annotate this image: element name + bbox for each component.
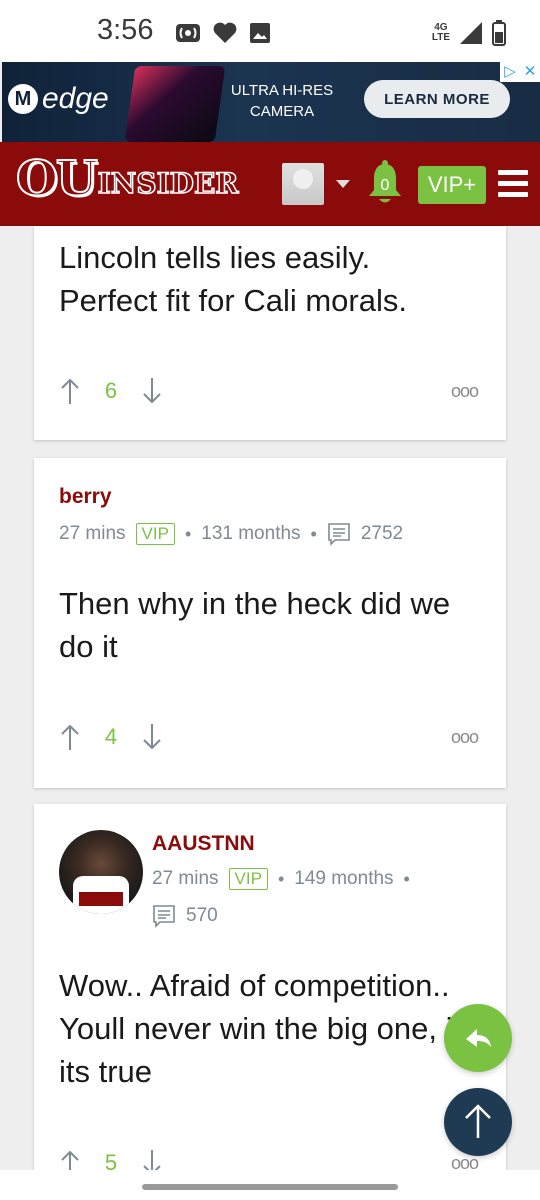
ad-banner[interactable]: M edge ULTRA HI-RES CAMERA LEARN MORE ▷ ✕ xyxy=(2,62,540,142)
more-options-icon[interactable]: ooo xyxy=(451,381,479,402)
vote-count: 4 xyxy=(104,724,118,749)
network-type: 4G LTE xyxy=(431,22,450,43)
posts-count: 2752 xyxy=(360,523,404,544)
comment-card: berry 27 mins VIP • 131 months • 2752 Th… xyxy=(34,458,506,788)
vip-plus-button[interactable]: VIP+ xyxy=(418,166,486,204)
comment-time: 27 mins xyxy=(152,868,219,889)
ad-close-icon[interactable]: ✕ xyxy=(520,62,540,82)
vote-count: 6 xyxy=(104,378,118,403)
site-logo[interactable]: OU INSIDER xyxy=(15,153,258,205)
posts-count-icon xyxy=(328,523,350,546)
notification-count: 0 xyxy=(381,177,390,194)
arrow-up-icon xyxy=(465,1104,491,1138)
vip-badge: VIP xyxy=(135,523,175,545)
comment-text: Lincoln tells lies easily. Perfect fit fo… xyxy=(59,240,407,318)
comment-author[interactable]: berry xyxy=(59,485,112,509)
member-tenure: 149 months xyxy=(294,868,394,889)
comment-actions: 4 ooo xyxy=(59,722,479,752)
comment-card: AAUSTNN 27 mins VIP • 149 months • 570 W… xyxy=(34,804,506,1176)
comment-text: Wow.. Afraid of competition.. Youll neve… xyxy=(59,968,462,1089)
status-bar: 3:56 4G LTE xyxy=(0,0,540,62)
upvote-arrow-icon[interactable] xyxy=(59,723,81,751)
phone-image xyxy=(124,66,226,142)
learn-more-button[interactable]: LEARN MORE xyxy=(364,80,510,118)
more-options-icon[interactable]: ooo xyxy=(451,727,479,748)
signal-icon xyxy=(460,22,482,44)
reply-button[interactable] xyxy=(444,1004,512,1072)
comment-meta: 27 mins VIP • 131 months • 2752 xyxy=(59,523,404,546)
comment-meta-posts: 570 xyxy=(152,904,218,928)
status-time: 3:56 xyxy=(97,14,154,46)
avatar[interactable] xyxy=(59,830,143,914)
chevron-down-icon[interactable] xyxy=(336,180,350,188)
downvote-arrow-icon[interactable] xyxy=(141,377,163,405)
comment-text: Then why in the heck did we do it xyxy=(59,586,451,664)
battery-icon xyxy=(492,20,506,46)
hotspot-icon xyxy=(176,24,200,42)
upvote-arrow-icon[interactable] xyxy=(59,377,81,405)
notification-bell-icon[interactable]: 0 xyxy=(366,160,404,208)
member-tenure: 131 months xyxy=(201,523,301,544)
comment-card: Lincoln tells lies easily. Perfect fit fo… xyxy=(34,226,506,440)
reply-icon xyxy=(466,1029,491,1047)
vip-badge: VIP xyxy=(228,868,268,890)
comment-author[interactable]: AAUSTNN xyxy=(152,832,255,856)
heart-icon xyxy=(213,22,237,43)
user-avatar-menu[interactable] xyxy=(282,163,324,205)
site-header: OU INSIDER 0 VIP+ xyxy=(0,142,540,226)
comment-time: 27 mins xyxy=(59,523,126,544)
image-icon xyxy=(250,23,270,43)
comment-meta: 27 mins VIP • 149 months • xyxy=(152,868,410,890)
motorola-logo-icon: M xyxy=(8,84,38,114)
downvote-arrow-icon[interactable] xyxy=(141,723,163,751)
hamburger-menu-icon[interactable] xyxy=(498,170,528,198)
posts-count: 570 xyxy=(186,905,218,926)
comment-actions: 6 ooo xyxy=(59,376,479,406)
ad-tagline: ULTRA HI-RES CAMERA xyxy=(230,82,334,120)
posts-count-icon xyxy=(153,905,175,928)
scroll-to-top-button[interactable] xyxy=(444,1088,512,1156)
ad-info-icon[interactable]: ▷ xyxy=(500,62,520,82)
ad-choices[interactable]: ▷ ✕ xyxy=(500,62,540,82)
ad-brand-logo: M edge xyxy=(8,82,109,116)
gesture-handle[interactable] xyxy=(142,1184,398,1190)
